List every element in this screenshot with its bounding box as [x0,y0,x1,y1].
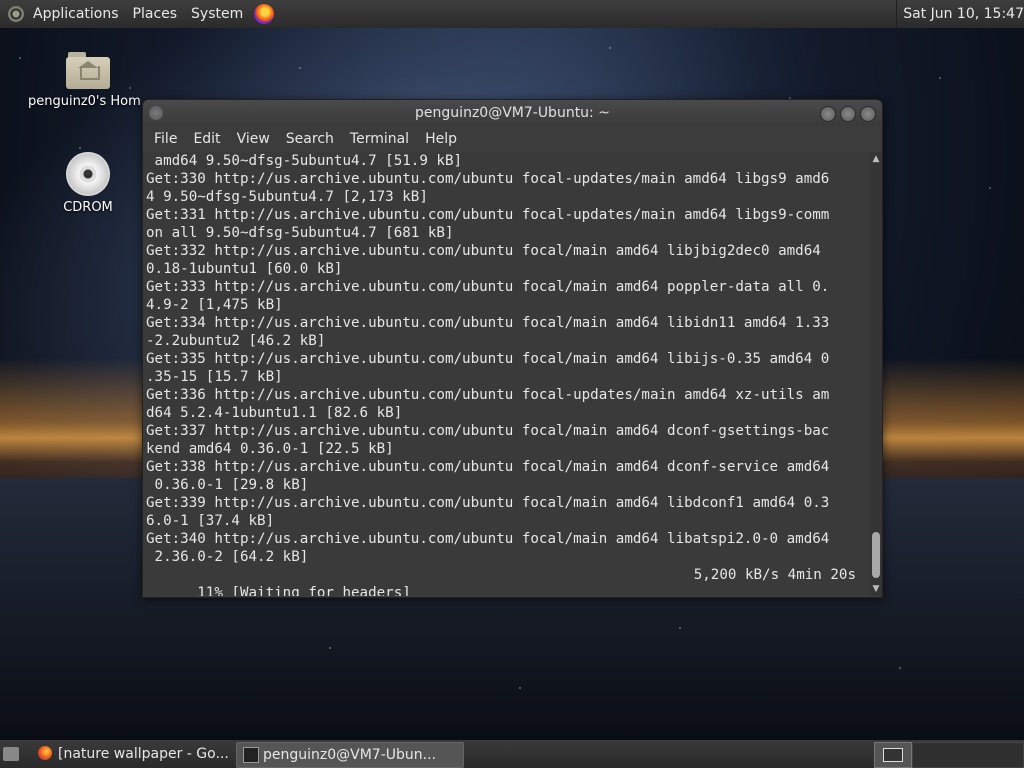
window-title: penguinz0@VM7-Ubuntu: ~ [415,105,610,121]
menu-places[interactable]: Places [126,6,185,22]
terminal-line: d64 5.2.4-1ubuntu1.1 [82.6 kB] [146,405,403,421]
scroll-down-arrow-icon[interactable]: ▼ [870,584,882,594]
terminal-line: Get:333 http://us.archive.ubuntu.com/ubu… [146,279,830,295]
terminal-icon [243,747,259,763]
scroll-up-arrow-icon[interactable]: ▲ [870,154,882,164]
menu-view[interactable]: View [229,131,278,147]
terminal-line: 4.9-2 [1,475 kB] [146,297,283,313]
cdrom-icon [66,152,110,196]
window-menu-icon[interactable] [149,106,163,120]
panel-clock[interactable]: Sat Jun 10, 15:47 [896,0,1024,28]
terminal-line: on all 9.50~dfsg-5ubuntu4.7 [681 kB] [146,225,454,241]
taskbar-item-terminal[interactable]: penguinz0@VM7-Ubun... [236,742,464,768]
terminal-menubar: File Edit View Search Terminal Help [143,126,882,152]
apt-speed-eta: 5,200 kB/s 4min 20s [693,567,856,583]
maximize-button[interactable] [840,106,856,122]
menu-system[interactable]: System [184,6,250,22]
terminal-line: 4 9.50~dfsg-5ubuntu4.7 [2,173 kB] [146,189,428,205]
terminal-line: .35-15 [15.7 kB] [146,369,283,385]
desktop-icon-home-label: penguinz0's Home [28,94,140,109]
terminal-line: Get:335 http://us.archive.ubuntu.com/ubu… [146,351,830,367]
terminal-line: 0.36.0-1 [29.8 kB] [146,477,309,493]
terminal-line: -2.2ubuntu2 [46.2 kB] [146,333,326,349]
menu-terminal[interactable]: Terminal [342,131,417,147]
terminal-line: Get:338 http://us.archive.ubuntu.com/ubu… [146,459,830,475]
terminal-scrollbar[interactable]: ▲ ▼ [870,152,882,596]
terminal-line: Get:330 http://us.archive.ubuntu.com/ubu… [146,171,830,187]
workspace-switcher-1[interactable] [874,742,912,768]
terminal-output[interactable]: amd64 9.50~dfsg-5ubuntu4.7 [51.9 kB] Get… [143,152,870,596]
terminal-status-line: 11% [Waiting for headers] 5,200 kB/s 4mi… [143,566,870,596]
apt-progress-text: 11% [Waiting for headers] [197,585,411,596]
taskbar-item-label: [nature wallpaper - Go... [58,746,229,762]
menu-edit[interactable]: Edit [185,131,228,147]
menu-search[interactable]: Search [278,131,342,147]
menu-help[interactable]: Help [417,131,465,147]
main-menu-logo-icon[interactable] [8,6,24,22]
terminal-line: Get:339 http://us.archive.ubuntu.com/ubu… [146,495,830,511]
workspace-switcher-2[interactable] [912,742,1024,768]
terminal-line: Get:331 http://us.archive.ubuntu.com/ubu… [146,207,830,223]
terminal-line: Get:340 http://us.archive.ubuntu.com/ubu… [146,531,830,547]
browser-icon [38,746,52,760]
desktop-icon-cdrom-label: CDROM [63,200,113,215]
terminal-line: Get:336 http://us.archive.ubuntu.com/ubu… [146,387,830,403]
scrollbar-thumb[interactable] [872,532,880,578]
terminal-window[interactable]: penguinz0@VM7-Ubuntu: ~ File Edit View S… [142,99,883,598]
taskbar-item-browser[interactable]: [nature wallpaper - Go... [32,742,254,766]
terminal-line: Get:334 http://us.archive.ubuntu.com/ubu… [146,315,830,331]
desktop-icon-home[interactable]: penguinz0's Home [28,50,148,109]
terminal-line: kend amd64 0.36.0-1 [22.5 kB] [146,441,394,457]
minimize-button[interactable] [820,106,836,122]
menu-applications[interactable]: Applications [26,6,126,22]
close-button[interactable] [860,106,876,122]
top-panel: Applications Places System Sat Jun 10, 1… [0,0,1024,28]
window-titlebar[interactable]: penguinz0@VM7-Ubuntu: ~ [143,100,882,126]
terminal-line: amd64 9.50~dfsg-5ubuntu4.7 [51.9 kB] [146,153,463,169]
terminal-line: 6.0-1 [37.4 kB] [146,513,275,529]
home-folder-icon [66,50,110,90]
desktop-icon-cdrom[interactable]: CDROM [28,152,148,215]
terminal-line: Get:337 http://us.archive.ubuntu.com/ubu… [146,423,830,439]
menu-file[interactable]: File [146,131,185,147]
terminal-line: Get:332 http://us.archive.ubuntu.com/ubu… [146,243,821,259]
taskbar-item-label: penguinz0@VM7-Ubun... [263,747,436,763]
workspace-window-preview [883,748,903,762]
terminal-line: 2.36.0-2 [64.2 kB] [146,549,309,565]
show-desktop-icon[interactable] [3,747,19,761]
firefox-launcher-icon[interactable] [254,4,275,24]
terminal-line: 0.18-1ubuntu1 [60.0 kB] [146,261,343,277]
bottom-panel: [nature wallpaper - Go... penguinz0@VM7-… [0,740,1024,768]
